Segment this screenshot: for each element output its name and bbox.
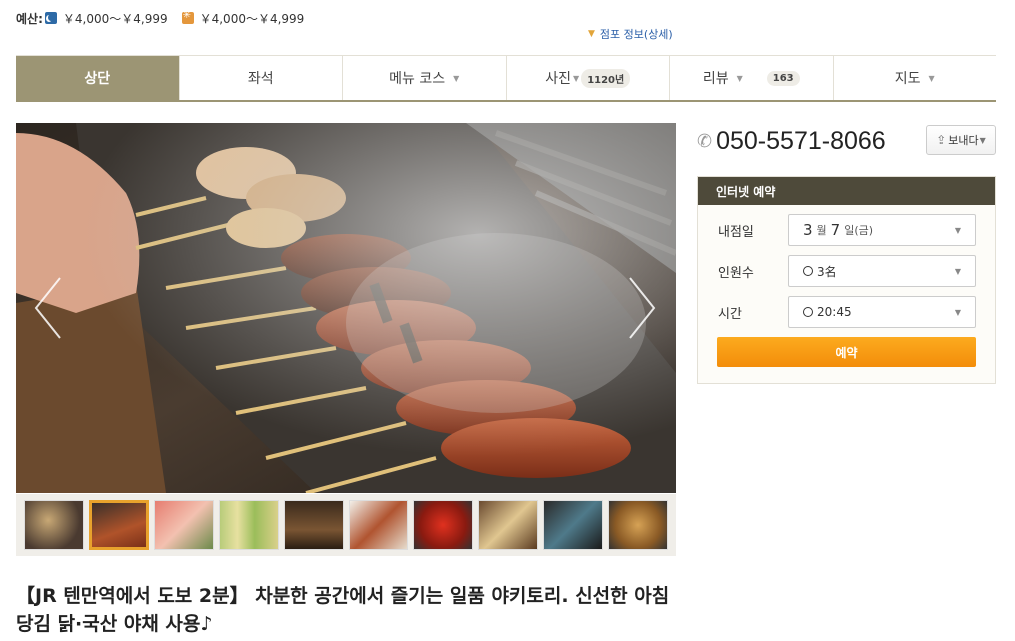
- tab-map-label: 지도: [894, 71, 921, 87]
- phone-number[interactable]: 050-5571-8066: [716, 127, 886, 156]
- time-value: 20:45: [817, 305, 852, 319]
- tab-seats[interactable]: 좌석: [180, 56, 343, 100]
- store-info-link[interactable]: ▼ 점포 정보(상세): [588, 26, 673, 42]
- phone-icon: ✆: [697, 130, 713, 152]
- date-label: 내점일: [718, 224, 754, 240]
- budget-label: 예산:: [16, 11, 43, 26]
- yakitori-grill-image: [16, 123, 676, 493]
- tab-map[interactable]: 지도 ▼: [834, 56, 997, 100]
- photo-thumbnail[interactable]: [283, 500, 344, 550]
- reservation-title: 인터넷 예약: [698, 177, 995, 205]
- people-label: 인원수: [718, 265, 754, 281]
- prev-photo-arrow-icon[interactable]: [30, 273, 70, 343]
- dinner-moon-icon: [44, 12, 57, 24]
- photo-thumbnail[interactable]: [218, 500, 279, 550]
- share-upload-icon: ⇪: [936, 133, 947, 147]
- photo-thumbnail[interactable]: [413, 500, 474, 550]
- store-info-label[interactable]: 점포 정보(상세): [600, 26, 673, 42]
- date-select[interactable]: 3 월 7 일(금) ▼: [788, 214, 976, 246]
- chevron-down-icon: ▼: [954, 267, 961, 276]
- chevron-down-icon: ▼: [736, 73, 743, 83]
- chevron-down-icon: ▼: [573, 73, 580, 83]
- chevron-down-icon: ▼: [954, 308, 961, 317]
- tab-photos-label: 사진: [545, 71, 572, 87]
- circle-icon: [803, 266, 813, 276]
- chevron-down-icon: ▼: [954, 226, 961, 235]
- time-select[interactable]: 20:45 ▼: [788, 296, 976, 328]
- main-photo: [16, 123, 676, 493]
- tab-seats-label: 좌석: [247, 71, 274, 87]
- photo-thumbnail[interactable]: [608, 500, 669, 550]
- month-unit: 월: [816, 224, 827, 237]
- reserve-button[interactable]: 예약: [717, 337, 976, 367]
- tab-top-label: 상단: [84, 71, 111, 87]
- photo-thumbnail-selected[interactable]: [88, 500, 149, 550]
- people-value: 3名: [817, 264, 837, 279]
- tab-bar: 상단 좌석 메뉴 코스 ▼ 사진 ▼ 1120년 리뷰 ▼ 163 지도 ▼: [16, 55, 996, 102]
- budget-info: 예산: ￥4,000～￥4,999 ￥4,000～￥4,999: [16, 10, 304, 26]
- lunch-budget: ￥4,000～￥4,999: [199, 11, 305, 26]
- people-select[interactable]: 3名 ▼: [788, 255, 976, 287]
- photo-thumbnail[interactable]: [478, 500, 539, 550]
- day-unit: 일(금): [844, 224, 874, 237]
- tab-reviews[interactable]: 리뷰 ▼ 163: [670, 56, 834, 100]
- send-button[interactable]: ⇪ 보내다 ▼: [926, 125, 996, 155]
- photo-thumbnail-strip: [16, 494, 676, 556]
- date-day: 7: [830, 221, 841, 239]
- date-month: 3: [803, 221, 813, 239]
- time-label: 시간: [718, 306, 742, 322]
- tab-reviews-label: 리뷰: [702, 71, 729, 87]
- chevron-down-icon: ▼: [979, 135, 986, 145]
- time-row: 시간 20:45 ▼: [698, 296, 995, 328]
- tab-photos[interactable]: 사진 ▼ 1120년: [507, 56, 670, 100]
- reviews-count-badge: 163: [766, 70, 800, 86]
- circle-icon: [803, 307, 813, 317]
- people-row: 인원수 3名 ▼: [698, 255, 995, 287]
- restaurant-headline: 【JR 텐만역에서 도보 2분】 차분한 공간에서 즐기는 일품 야키토리. 신…: [16, 585, 670, 635]
- photos-count-badge: 1120년: [581, 68, 631, 88]
- tab-top[interactable]: 상단: [16, 56, 180, 100]
- tab-menu-label: 메뉴 코스: [389, 71, 446, 87]
- online-reservation-panel: 인터넷 예약 내점일 3 월 7 일(금) ▼ 인원수 3名 ▼ 시간 20:4…: [697, 176, 996, 384]
- phone-row: ✆ 050-5571-8066 ⇪ 보내다 ▼: [697, 125, 996, 157]
- send-button-label: 보내다: [948, 134, 979, 147]
- lunch-sun-icon: [181, 10, 194, 24]
- photo-thumbnail[interactable]: [348, 500, 409, 550]
- tab-menu-course[interactable]: 메뉴 코스 ▼: [343, 56, 507, 100]
- photo-thumbnail[interactable]: [543, 500, 604, 550]
- dinner-budget: ￥4,000～￥4,999: [62, 11, 168, 26]
- next-photo-arrow-icon[interactable]: [620, 273, 660, 343]
- photo-thumbnail[interactable]: [153, 500, 214, 550]
- photo-thumbnail[interactable]: [24, 500, 84, 550]
- store-info-arrow-icon: ▼: [588, 29, 595, 39]
- date-row: 내점일 3 월 7 일(금) ▼: [698, 214, 995, 246]
- chevron-down-icon: ▼: [453, 73, 460, 83]
- chevron-down-icon: ▼: [928, 73, 935, 83]
